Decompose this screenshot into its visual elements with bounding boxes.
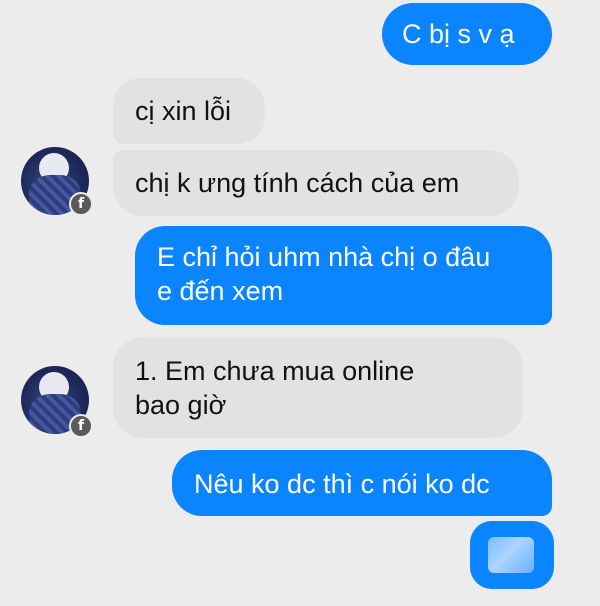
incoming-message[interactable]: cị xin lỗi [113,78,265,144]
badge-letter: f [77,418,85,434]
incoming-message[interactable]: 1. Em chưa mua online bao giờ [113,337,523,438]
message-text-line: 1. Em chưa mua online [135,356,415,386]
outgoing-message-redacted[interactable] [470,521,554,589]
message-text-line: bao giờ [135,390,227,420]
incoming-message[interactable]: chị k ưng tính cách của em [113,150,519,216]
message-text-line: e đến xem [157,276,284,306]
message-text-line: E chỉ hỏi uhm nhà chị o đâu [157,242,491,272]
message-text: Nêu ko dc thì c nói ko dc [194,469,490,499]
message-text: cị xin lỗi [135,96,232,126]
outgoing-message[interactable]: E chỉ hỏi uhm nhà chị o đâu e đến xem [135,226,552,325]
blurred-content [488,537,534,573]
badge-letter: f [77,196,85,212]
message-text: C bị s v ạ [402,19,515,49]
chat-thread: C bị s v ạ cị xin lỗi chị k ưng tính các… [0,0,600,606]
facebook-icon: f [69,414,93,438]
message-text: chị k ưng tính cách của em [135,168,460,198]
outgoing-message[interactable]: C bị s v ạ [382,3,552,65]
outgoing-message[interactable]: Nêu ko dc thì c nói ko dc [172,450,552,516]
facebook-icon: f [69,192,93,216]
